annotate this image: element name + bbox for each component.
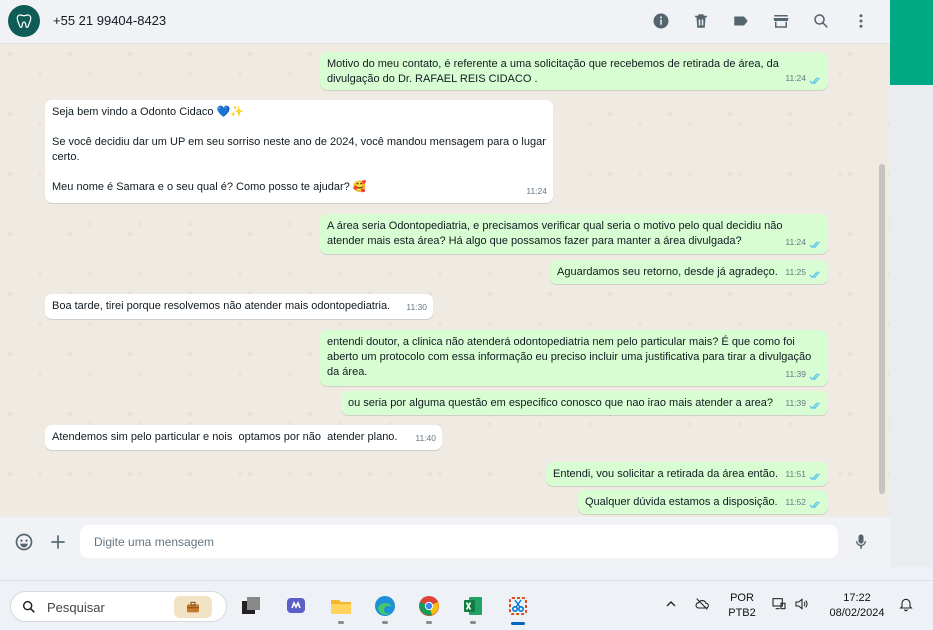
search-placeholder: Pesquisar (47, 600, 105, 615)
notification-bell-icon[interactable] (898, 596, 914, 612)
info-icon[interactable] (650, 10, 672, 32)
trash-icon[interactable] (690, 10, 712, 32)
remote-display-icon[interactable] (771, 596, 787, 612)
message-time: 11:39 (785, 369, 806, 379)
message-text: entendi doutor, a clinica não atenderá o… (327, 336, 815, 378)
message-incoming[interactable]: Atendemos sim pelo particular e nois opt… (45, 425, 442, 450)
read-ticks-icon (809, 269, 822, 278)
clock-date: 08/02/2024 (829, 607, 885, 619)
chat-scrollbar[interactable] (879, 164, 885, 494)
contact-name[interactable]: +55 21 99404-8423 (53, 13, 166, 28)
message-time: 11:24 (526, 186, 547, 196)
windows-taskbar: Pesquisar POR PTB2 17:22 08/02/2024 (0, 580, 933, 630)
message-time: 11:24 (785, 73, 806, 83)
read-ticks-icon (809, 400, 822, 409)
message-composer (0, 517, 890, 567)
menu-icon[interactable] (850, 10, 872, 32)
emoji-icon[interactable] (13, 531, 35, 553)
label-icon[interactable] (730, 10, 752, 32)
message-text: ou seria por alguma questão em especific… (348, 397, 773, 409)
snipping-tool-icon[interactable] (504, 592, 532, 625)
cloud-offline-icon[interactable] (694, 596, 710, 612)
message-text: Atendemos sim pelo particular e nois opt… (52, 431, 398, 443)
system-clock[interactable]: 17:22 08/02/2024 (818, 591, 896, 621)
message-time: 11:51 (785, 469, 806, 479)
language-code: POR (730, 592, 754, 604)
attach-plus-icon[interactable] (47, 531, 69, 553)
message-outgoing[interactable]: Aguardamos seu retorno, desde já agradeç… (550, 260, 828, 284)
volume-icon[interactable] (794, 596, 810, 612)
message-text: Seja bem vindo a Odonto Cidaco 💙✨ Se voc… (52, 106, 546, 193)
task-view-icon[interactable] (237, 592, 265, 620)
search-icon (21, 599, 37, 615)
message-outgoing[interactable]: Entendi, vou solicitar a retirada da áre… (546, 462, 828, 486)
file-explorer-icon[interactable] (327, 592, 355, 624)
message-incoming[interactable]: Seja bem vindo a Odonto Cidaco 💙✨ Se voc… (45, 100, 553, 203)
clock-time: 17:22 (843, 592, 871, 604)
side-panel-accent (890, 0, 933, 85)
read-ticks-icon (809, 75, 822, 84)
read-ticks-icon (809, 239, 822, 248)
meet-icon[interactable] (282, 592, 310, 620)
message-time: 11:30 (406, 302, 427, 312)
message-text: Motivo do meu contato, é referente a uma… (327, 58, 782, 85)
message-text: Entendi, vou solicitar a retirada da áre… (553, 468, 779, 480)
window-bottom-edge (0, 567, 933, 580)
edge-icon[interactable] (371, 592, 399, 624)
store-icon[interactable] (770, 10, 792, 32)
chat-area[interactable]: Motivo do meu contato, é referente a uma… (0, 44, 890, 517)
message-time: 11:52 (785, 497, 806, 507)
input-language[interactable]: POR PTB2 (722, 591, 762, 621)
message-time: 11:39 (785, 398, 806, 408)
chrome-icon[interactable] (415, 592, 443, 624)
briefcase-icon (174, 596, 212, 618)
microphone-icon[interactable] (850, 531, 872, 553)
message-time: 11:25 (785, 267, 806, 277)
read-ticks-icon (809, 499, 822, 508)
read-ticks-icon (809, 371, 822, 380)
message-outgoing[interactable]: Motivo do meu contato, é referente a uma… (320, 52, 828, 90)
message-outgoing[interactable]: ou seria por alguma questão em especific… (341, 391, 828, 415)
tooth-logo-icon (16, 14, 32, 28)
chevron-up-icon[interactable] (663, 596, 679, 612)
message-outgoing[interactable]: entendi doutor, a clinica não atenderá o… (320, 330, 828, 386)
message-text: A área seria Odontopediatria, e precisam… (327, 220, 786, 247)
excel-icon[interactable] (459, 592, 487, 624)
taskbar-search[interactable]: Pesquisar (10, 591, 227, 622)
read-ticks-icon (809, 471, 822, 480)
contact-avatar[interactable] (8, 5, 40, 37)
message-text: Boa tarde, tirei porque resolvemos não a… (52, 300, 391, 312)
message-time: 11:40 (415, 433, 436, 443)
side-panel (890, 85, 933, 567)
message-text: Aguardamos seu retorno, desde já agradeç… (557, 266, 778, 278)
chat-header: +55 21 99404-8423 (0, 0, 890, 44)
search-icon[interactable] (810, 10, 832, 32)
keyboard-layout: PTB2 (728, 607, 756, 619)
message-time: 11:24 (785, 237, 806, 247)
message-incoming[interactable]: Boa tarde, tirei porque resolvemos não a… (45, 294, 433, 319)
message-outgoing[interactable]: A área seria Odontopediatria, e precisam… (320, 214, 828, 254)
message-input[interactable] (80, 525, 838, 558)
message-outgoing[interactable]: Qualquer dúvida estamos a disposição. 11… (578, 490, 828, 514)
